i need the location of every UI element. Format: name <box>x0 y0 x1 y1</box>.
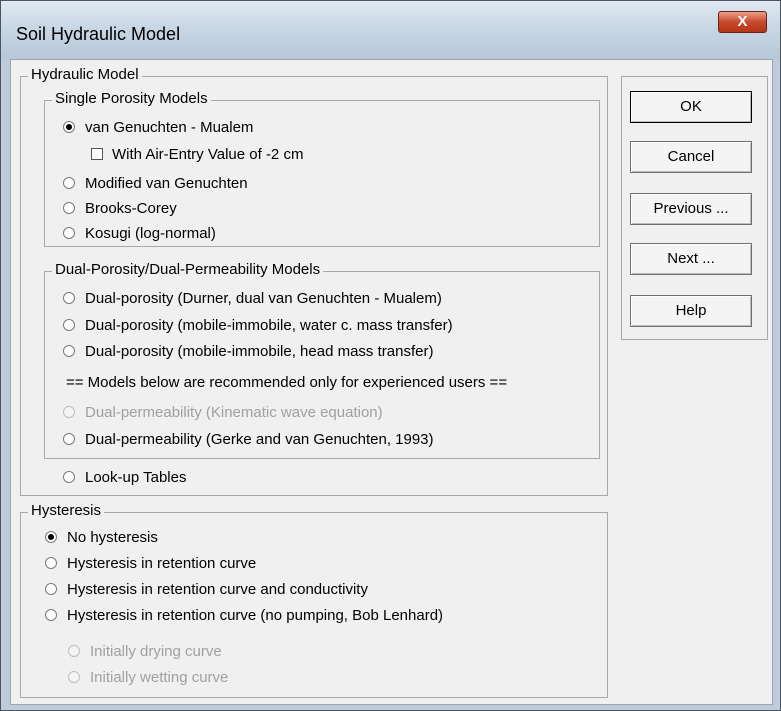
radio-dual-permeability-gerke[interactable]: Dual-permeability (Gerke and van Genucht… <box>63 430 434 450</box>
radio-icon <box>63 433 75 445</box>
radio-selected-icon <box>45 531 57 543</box>
checkbox-icon <box>91 148 103 160</box>
radio-icon <box>68 671 80 683</box>
dialog-body: Hydraulic Model Single Porosity Models v… <box>10 59 773 705</box>
checkbox-air-entry[interactable]: With Air-Entry Value of -2 cm <box>91 145 303 165</box>
help-button[interactable]: Help <box>630 295 752 327</box>
radio-look-up-tables[interactable]: Look-up Tables <box>63 468 186 488</box>
previous-button[interactable]: Previous ... <box>630 193 752 225</box>
hydraulic-model-label: Hydraulic Model <box>28 66 142 83</box>
radio-hysteresis-no-pumping[interactable]: Hysteresis in retention curve (no pumpin… <box>45 606 443 626</box>
radio-hysteresis-retention[interactable]: Hysteresis in retention curve <box>45 554 256 574</box>
radio-dual-porosity-mim-head[interactable]: Dual-porosity (mobile-immobile, head mas… <box>63 342 433 362</box>
next-button[interactable]: Next ... <box>630 243 752 275</box>
hysteresis-label: Hysteresis <box>28 502 105 519</box>
radio-no-hysteresis[interactable]: No hysteresis <box>45 528 158 548</box>
radio-icon <box>63 227 75 239</box>
radio-dual-porosity-durner[interactable]: Dual-porosity (Durner, dual van Genuchte… <box>63 289 442 309</box>
radio-initially-drying: Initially drying curve <box>68 642 222 662</box>
close-button[interactable]: X <box>718 11 767 33</box>
dual-porosity-label: Dual-Porosity/Dual-Permeability Models <box>52 261 324 278</box>
radio-icon <box>63 292 75 304</box>
radio-dual-porosity-mim-water[interactable]: Dual-porosity (mobile-immobile, water c.… <box>63 316 453 336</box>
cancel-button[interactable]: Cancel <box>630 141 752 173</box>
window-title: Soil Hydraulic Model <box>16 24 181 44</box>
radio-icon <box>45 557 57 569</box>
ok-button[interactable]: OK <box>630 91 752 123</box>
radio-kosugi[interactable]: Kosugi (log-normal) <box>63 224 216 244</box>
radio-brooks-corey[interactable]: Brooks-Corey <box>63 199 177 219</box>
radio-icon <box>63 345 75 357</box>
title-bar: Soil Hydraulic Model X <box>1 1 780 59</box>
radio-selected-icon <box>63 121 75 133</box>
radio-icon <box>63 319 75 331</box>
radio-dual-permeability-kinematic: Dual-permeability (Kinematic wave equati… <box>63 403 383 423</box>
radio-icon <box>45 609 57 621</box>
single-porosity-label: Single Porosity Models <box>52 90 211 107</box>
radio-van-genuchten-mualem[interactable]: van Genuchten - Mualem <box>63 118 253 138</box>
radio-icon <box>63 471 75 483</box>
radio-icon <box>63 406 75 418</box>
experienced-users-note: == Models below are recommended only for… <box>66 374 508 391</box>
radio-initially-wetting: Initially wetting curve <box>68 668 228 688</box>
radio-modified-van-genuchten[interactable]: Modified van Genuchten <box>63 174 248 194</box>
radio-icon <box>68 645 80 657</box>
dialog-window: Soil Hydraulic Model X Hydraulic Model S… <box>0 0 781 711</box>
radio-icon <box>63 177 75 189</box>
radio-icon <box>45 583 57 595</box>
radio-hysteresis-retention-conductivity[interactable]: Hysteresis in retention curve and conduc… <box>45 580 368 600</box>
radio-icon <box>63 202 75 214</box>
